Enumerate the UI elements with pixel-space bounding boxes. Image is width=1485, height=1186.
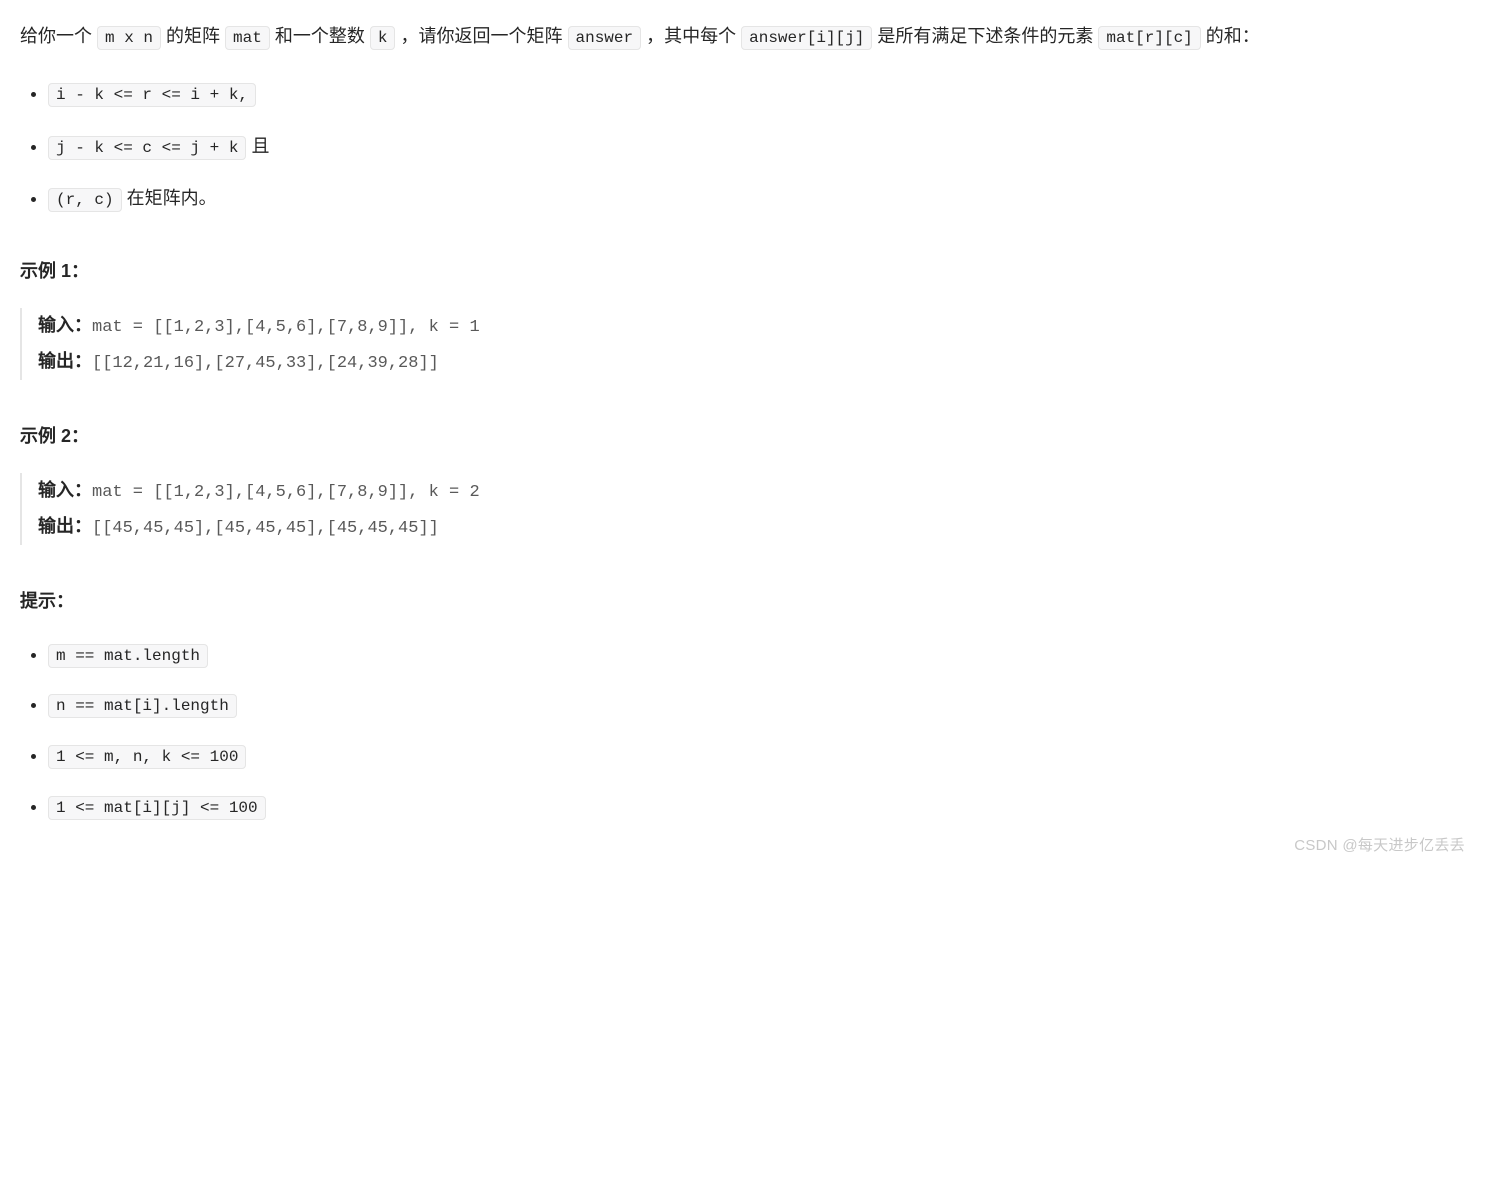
hint-code: m == mat.length xyxy=(48,644,208,668)
code-k: k xyxy=(370,26,396,50)
desc-text: 的和： xyxy=(1201,26,1260,46)
hint-item: 1 <= mat[i][j] <= 100 xyxy=(48,790,1465,823)
output-label: 输出： xyxy=(38,516,92,536)
example-1-block: 输入：mat = [[1,2,3],[4,5,6],[7,8,9]], k = … xyxy=(20,308,1465,381)
output-label: 输出： xyxy=(38,351,92,371)
condition-code: i - k <= r <= i + k, xyxy=(48,83,256,107)
desc-text: ，其中每个 xyxy=(641,26,741,46)
condition-code: j - k <= c <= j + k xyxy=(48,136,246,160)
condition-code: (r, c) xyxy=(48,188,122,212)
hint-code: n == mat[i].length xyxy=(48,694,237,718)
hints-list: m == mat.length n == mat[i].length 1 <= … xyxy=(20,638,1465,823)
desc-text: 是所有满足下述条件的元素 xyxy=(872,26,1098,46)
condition-suffix: 在矩阵内。 xyxy=(122,188,217,208)
example-2-block: 输入：mat = [[1,2,3],[4,5,6],[7,8,9]], k = … xyxy=(20,473,1465,546)
conditions-list: i - k <= r <= i + k, j - k <= c <= j + k… xyxy=(20,77,1465,215)
input-label: 输入： xyxy=(38,315,92,335)
code-answer: answer xyxy=(568,26,642,50)
code-answerij: answer[i][j] xyxy=(741,26,872,50)
hint-item: m == mat.length xyxy=(48,638,1465,671)
watermark: CSDN @每天进步亿丢丢 xyxy=(1294,832,1465,859)
output-value: [[45,45,45],[45,45,45],[45,45,45]] xyxy=(92,519,439,538)
example-1-title: 示例 1： xyxy=(20,255,1465,287)
example-output-line: 输出：[[12,21,16],[27,45,33],[24,39,28]] xyxy=(38,344,1465,380)
example-input-line: 输入：mat = [[1,2,3],[4,5,6],[7,8,9]], k = … xyxy=(38,473,1465,509)
input-value: mat = [[1,2,3],[4,5,6],[7,8,9]], k = 1 xyxy=(92,318,480,337)
condition-item: (r, c) 在矩阵内。 xyxy=(48,182,1465,215)
desc-text: 和一个整数 xyxy=(270,26,370,46)
desc-text: 给你一个 xyxy=(20,26,97,46)
hint-item: n == mat[i].length xyxy=(48,688,1465,721)
condition-suffix: 且 xyxy=(246,136,269,156)
problem-description: 给你一个 m x n 的矩阵 mat 和一个整数 k ，请你返回一个矩阵 ans… xyxy=(20,20,1465,53)
code-mat: mat xyxy=(225,26,270,50)
example-output-line: 输出：[[45,45,45],[45,45,45],[45,45,45]] xyxy=(38,509,1465,545)
code-matrc: mat[r][c] xyxy=(1098,26,1200,50)
code-mn: m x n xyxy=(97,26,161,50)
condition-item: i - k <= r <= i + k, xyxy=(48,77,1465,110)
hint-item: 1 <= m, n, k <= 100 xyxy=(48,739,1465,772)
input-label: 输入： xyxy=(38,480,92,500)
output-value: [[12,21,16],[27,45,33],[24,39,28]] xyxy=(92,354,439,373)
hint-code: 1 <= mat[i][j] <= 100 xyxy=(48,796,266,820)
hint-code: 1 <= m, n, k <= 100 xyxy=(48,745,246,769)
example-input-line: 输入：mat = [[1,2,3],[4,5,6],[7,8,9]], k = … xyxy=(38,308,1465,344)
input-value: mat = [[1,2,3],[4,5,6],[7,8,9]], k = 2 xyxy=(92,483,480,502)
hints-title: 提示： xyxy=(20,585,1465,617)
description-paragraph: 给你一个 m x n 的矩阵 mat 和一个整数 k ，请你返回一个矩阵 ans… xyxy=(20,20,1465,53)
condition-item: j - k <= c <= j + k 且 xyxy=(48,130,1465,163)
desc-text: 的矩阵 xyxy=(161,26,225,46)
example-2-title: 示例 2： xyxy=(20,420,1465,452)
desc-text: ，请你返回一个矩阵 xyxy=(395,26,567,46)
